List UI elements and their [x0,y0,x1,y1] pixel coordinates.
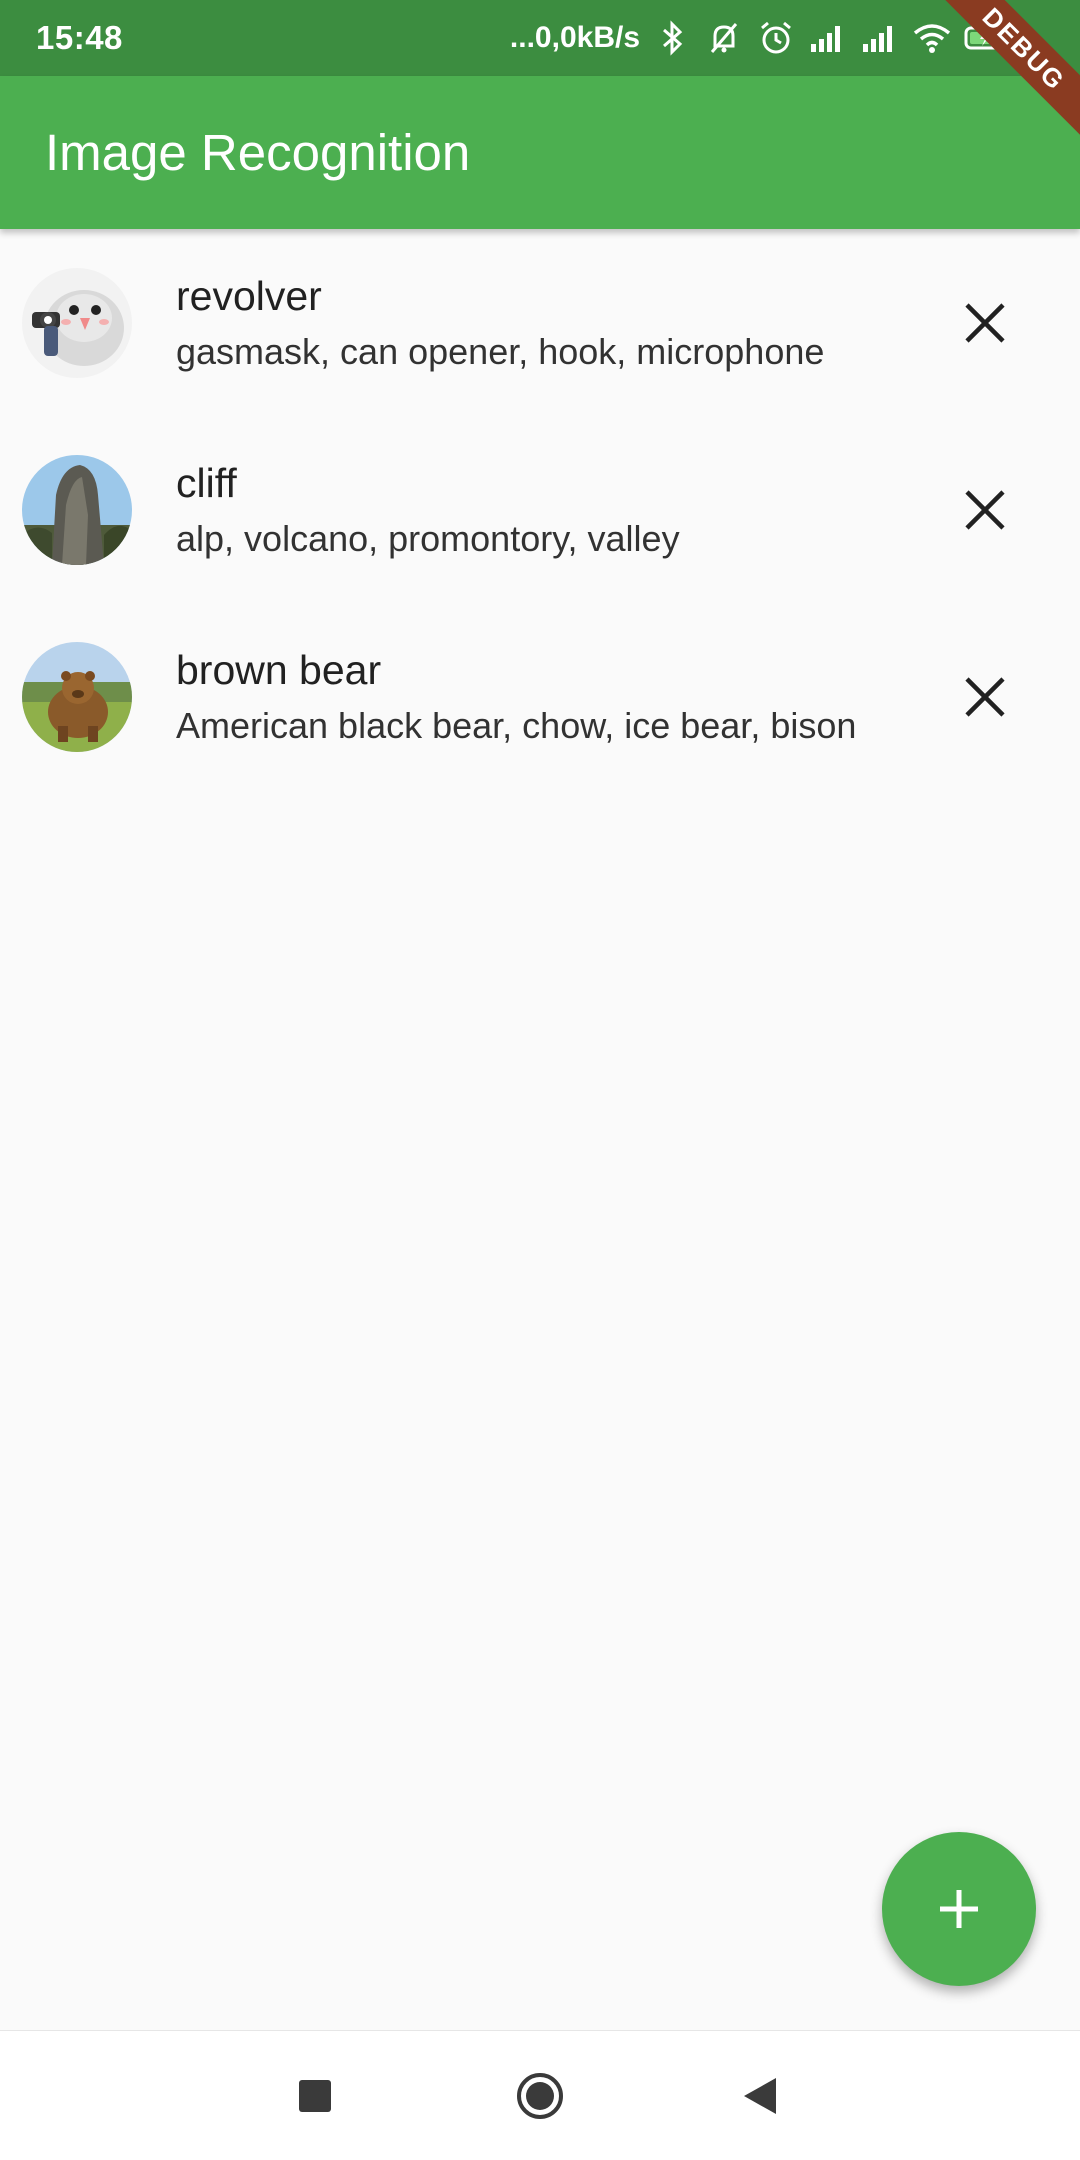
add-image-fab[interactable] [882,1832,1036,1986]
signal-icon [808,18,848,58]
bird-with-gun-image [22,267,132,378]
list-item[interactable]: brown bear American black bear, chow, ic… [0,603,1080,790]
alarm-icon [756,18,796,58]
screen: 15:48 ...0,0kB/s DEBUG Image Recognition… [0,0,1080,2160]
bluetooth-icon [652,18,692,58]
item-title: revolver [176,273,322,320]
app-title: Image Recognition [45,124,471,181]
plus-icon [940,1890,978,1928]
home-button[interactable] [490,2031,590,2160]
item-title: cliff [176,460,237,507]
recognition-list: revolver gasmask, can opener, hook, micr… [0,229,1080,790]
signal-icon [860,18,900,58]
recents-square-icon [299,2080,331,2112]
item-subtitle: alp, volcano, promontory, valley [176,517,680,559]
brown-bear-image [22,641,132,752]
system-nav-bar [0,2030,1080,2160]
item-text: revolver gasmask, can opener, hook, micr… [176,229,824,416]
list-item[interactable]: cliff alp, volcano, promontory, valley [0,416,1080,603]
close-icon [965,302,1005,343]
status-time: 15:48 [36,19,123,56]
item-text: brown bear American black bear, chow, ic… [176,603,856,790]
close-icon [965,489,1005,530]
wifi-icon [912,18,952,58]
rock-cliff-image [22,454,132,565]
muted-bell-icon [704,18,744,58]
close-icon [965,676,1005,717]
status-bar: 15:48 ...0,0kB/s [0,0,1080,76]
network-speed: ...0,0kB/s [509,21,640,54]
item-subtitle: gasmask, can opener, hook, microphone [176,330,825,372]
list-item[interactable]: revolver gasmask, can opener, hook, micr… [0,229,1080,416]
home-circle-icon [517,2073,563,2119]
item-subtitle: American black bear, chow, ice bear, bis… [176,704,857,746]
delete-button[interactable] [955,667,1015,727]
delete-button[interactable] [955,480,1015,540]
status-icons: ...0,0kB/s [509,18,1008,58]
back-button[interactable] [710,2031,810,2160]
item-text: cliff alp, volcano, promontory, valley [176,416,680,603]
delete-button[interactable] [955,293,1015,353]
recents-button[interactable] [265,2031,365,2160]
back-triangle-icon [744,2078,776,2114]
app-bar: Image Recognition [0,76,1080,229]
item-title: brown bear [176,647,382,694]
